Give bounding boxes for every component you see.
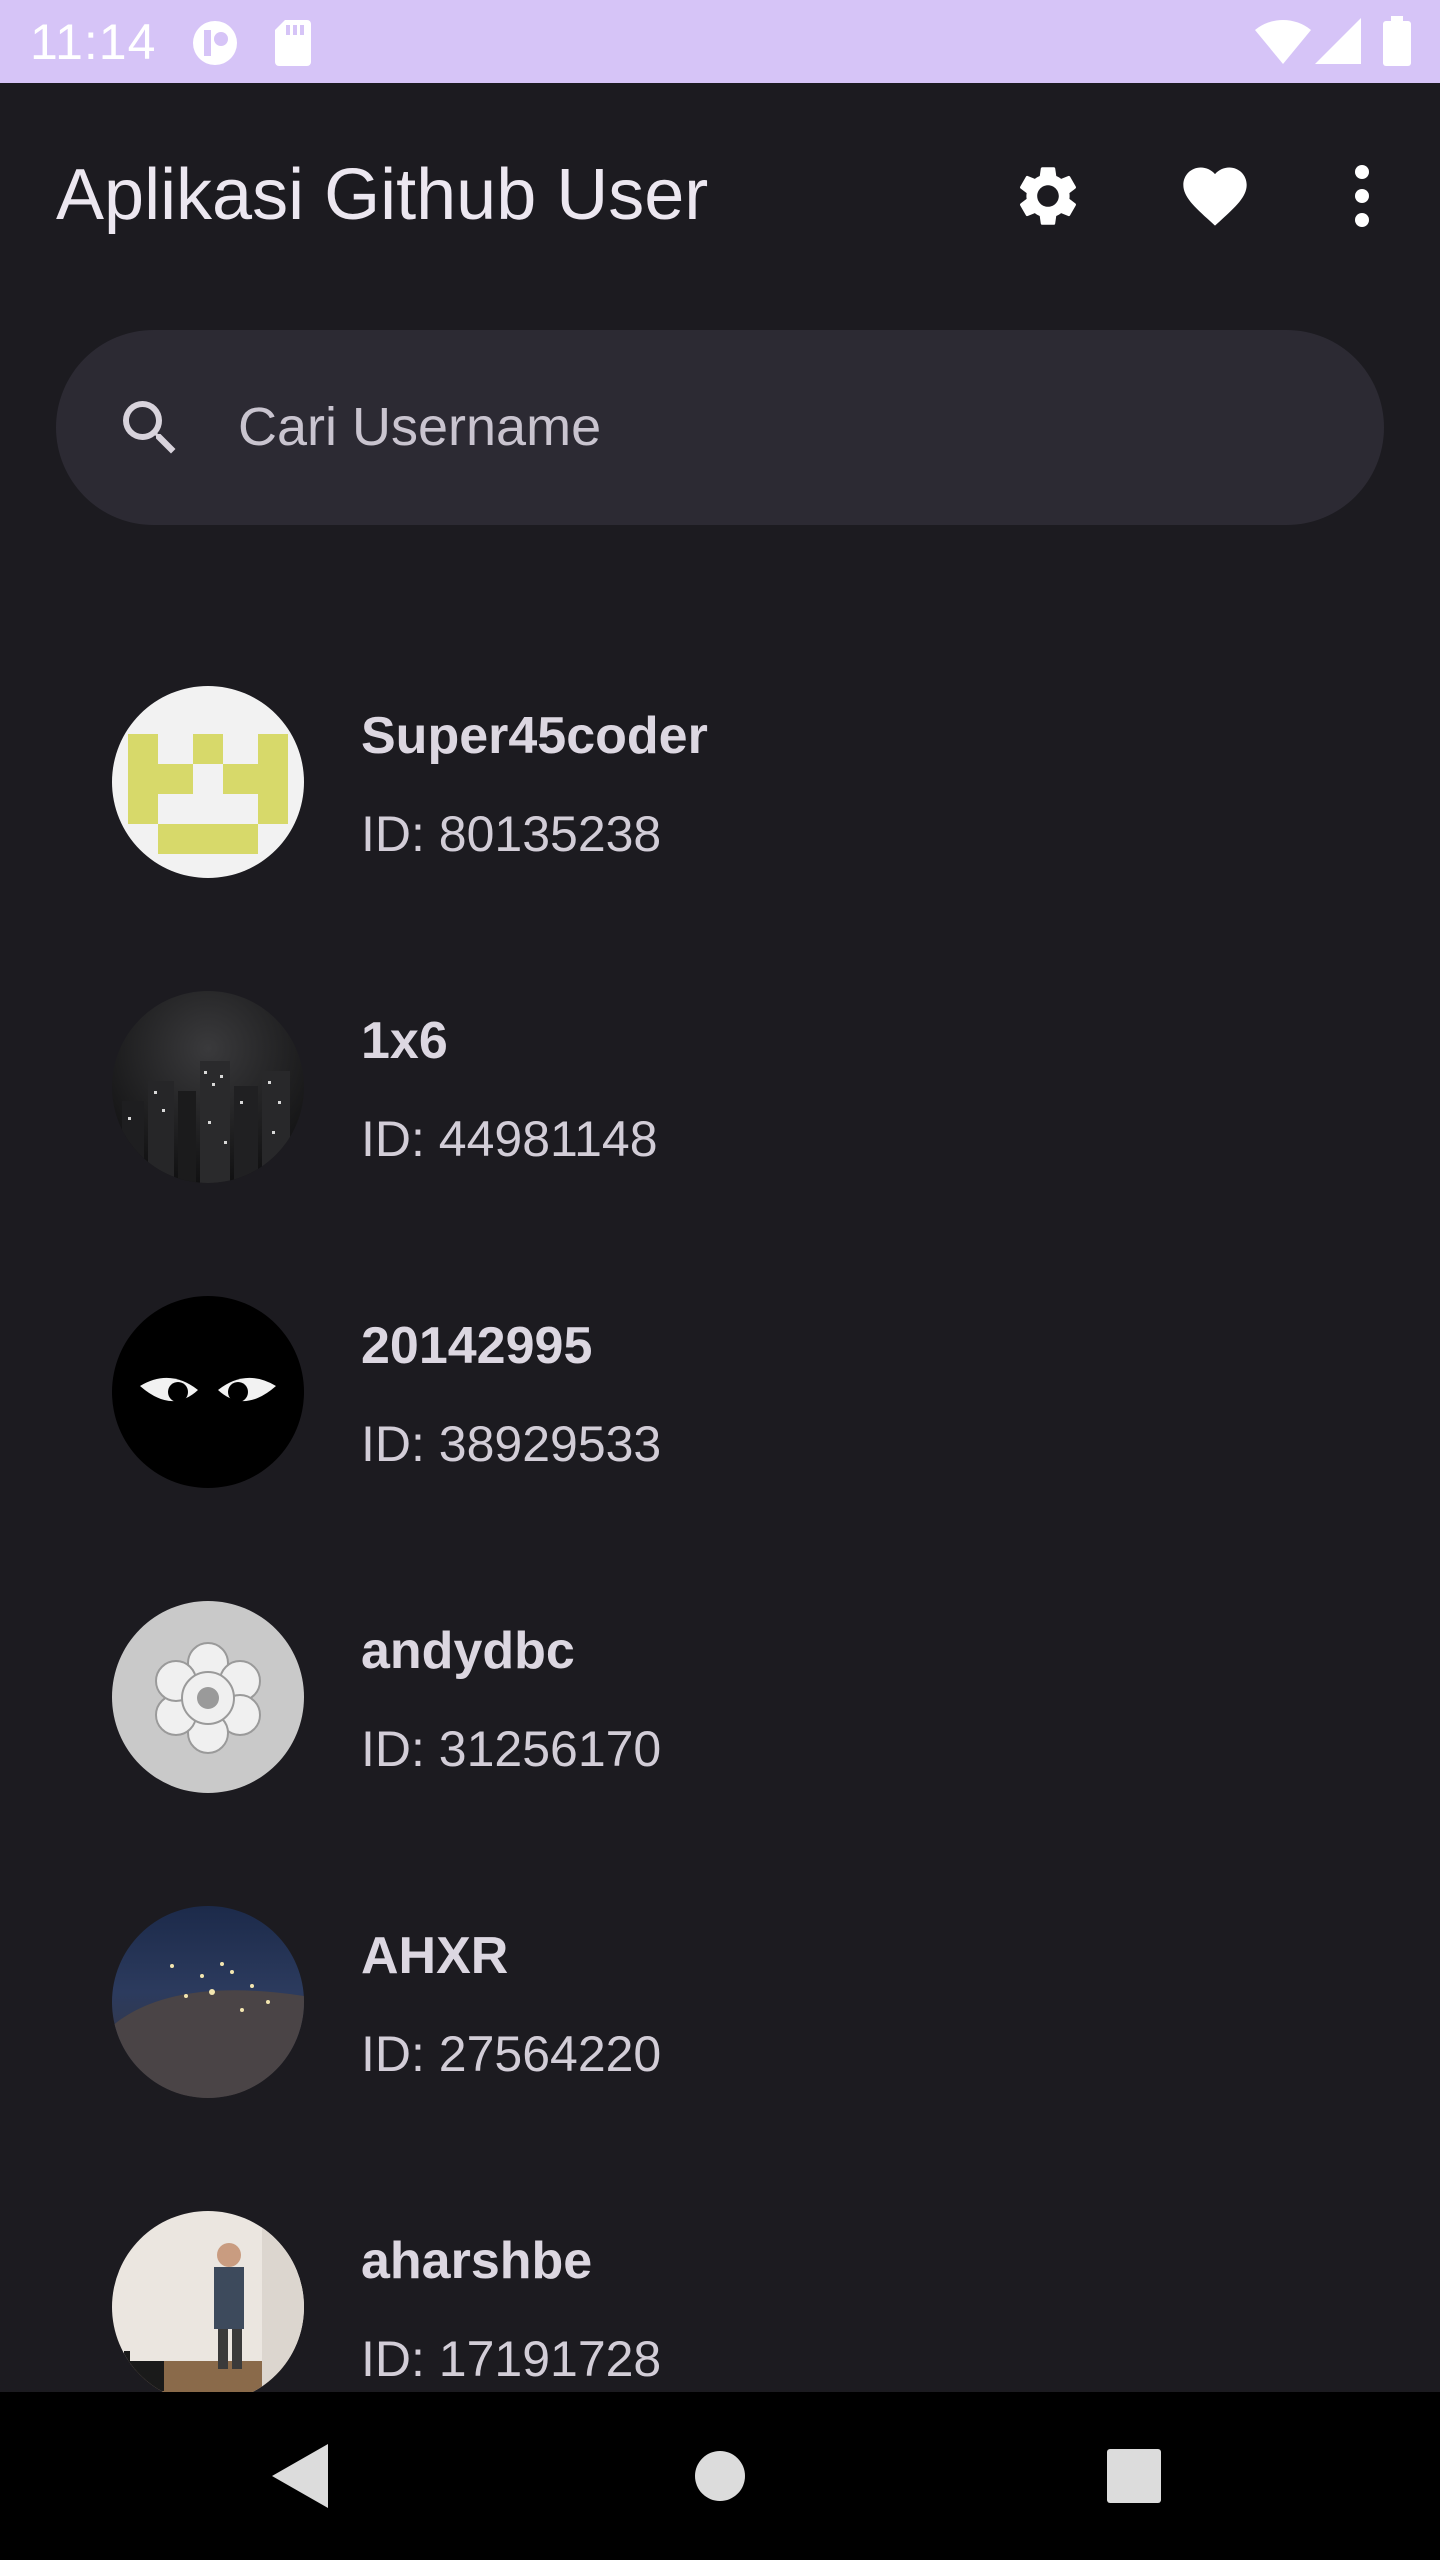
back-icon (272, 2444, 328, 2508)
search-icon (114, 392, 186, 469)
avatar (112, 1601, 304, 1793)
status-time: 11:14 (30, 14, 157, 70)
wifi-icon (1255, 18, 1311, 69)
username: Super45coder (361, 707, 708, 765)
username: aharshbe (361, 2232, 593, 2290)
recents-icon (1107, 2449, 1161, 2503)
user-id: ID: 38929533 (361, 1416, 662, 1472)
user-id: ID: 27564220 (361, 2026, 662, 2082)
home-button[interactable] (664, 2420, 776, 2532)
nav-bar (0, 2392, 1440, 2560)
search-bar[interactable]: Cari Username (56, 330, 1384, 525)
home-icon (695, 2451, 745, 2501)
gear-icon (1019, 167, 1077, 225)
more-vert-icon (1355, 165, 1369, 227)
notification-app-icon (190, 20, 240, 71)
signal-icon (1315, 18, 1361, 69)
avatar (112, 686, 304, 878)
app-title: Aplikasi Github User (56, 155, 709, 235)
back-button[interactable] (244, 2420, 356, 2532)
username: andydbc (361, 1622, 575, 1680)
favorite-button[interactable] (1167, 148, 1263, 244)
avatar (112, 2211, 304, 2392)
user-id: ID: 17191728 (361, 2331, 662, 2387)
app-bar: Aplikasi Github User (0, 83, 1440, 313)
list-item[interactable]: andydbc ID: 31256170 (0, 1495, 1440, 1800)
username: 20142995 (361, 1317, 593, 1375)
username: AHXR (361, 1927, 509, 1985)
search-input[interactable]: Cari Username (238, 330, 601, 525)
avatar (112, 991, 304, 1183)
user-list[interactable]: Super45coder ID: 80135238 1x6 ID: 449811… (0, 580, 1440, 2392)
list-item[interactable]: aharshbe ID: 17191728 (0, 2105, 1440, 2392)
user-id: ID: 80135238 (361, 806, 662, 862)
list-item[interactable]: Super45coder ID: 80135238 (0, 580, 1440, 885)
battery-icon (1383, 16, 1411, 71)
avatar (112, 1906, 304, 2098)
sd-card-icon (275, 20, 311, 71)
overflow-menu-button[interactable] (1314, 148, 1410, 244)
list-item[interactable]: 1x6 ID: 44981148 (0, 885, 1440, 1190)
status-bar: 11:14 (0, 0, 1440, 83)
user-id: ID: 31256170 (361, 1721, 662, 1777)
list-item[interactable]: 20142995 ID: 38929533 (0, 1190, 1440, 1495)
list-item[interactable]: AHXR ID: 27564220 (0, 1800, 1440, 2105)
avatar (112, 1296, 304, 1488)
settings-button[interactable] (1000, 148, 1096, 244)
username: 1x6 (361, 1012, 448, 1070)
recents-button[interactable] (1078, 2420, 1190, 2532)
user-id: ID: 44981148 (361, 1111, 658, 1167)
heart-icon (1183, 167, 1247, 226)
